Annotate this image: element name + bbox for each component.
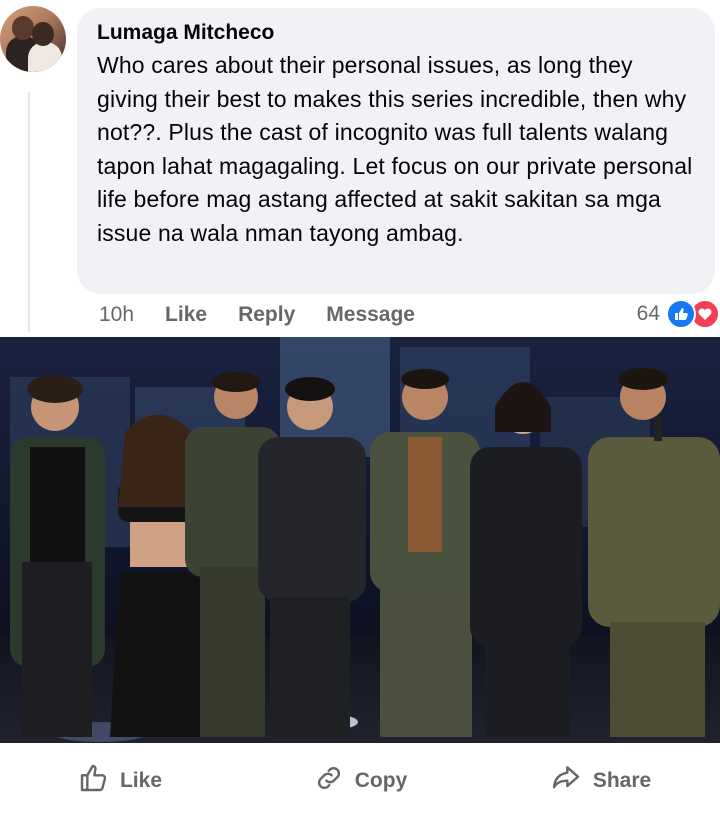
avatar[interactable] bbox=[0, 6, 66, 72]
copy-button[interactable]: Copy bbox=[240, 762, 480, 800]
post-photo[interactable] bbox=[0, 337, 720, 743]
link-icon bbox=[313, 762, 355, 800]
post-action-bar: Like Copy Share bbox=[0, 743, 720, 819]
comment-text: Who cares about their personal issues, a… bbox=[97, 52, 693, 246]
like-button-label: Like bbox=[119, 769, 163, 792]
reaction-count: 64 bbox=[636, 302, 660, 325]
comment-author[interactable]: Lumaga Mitcheco bbox=[97, 20, 695, 46]
comment-bubble: Lumaga Mitcheco Who cares about their pe… bbox=[77, 8, 715, 294]
reply-action[interactable]: Reply bbox=[238, 303, 295, 327]
like-action[interactable]: Like bbox=[165, 303, 207, 327]
message-action[interactable]: Message bbox=[326, 303, 415, 327]
share-button[interactable]: Share bbox=[480, 762, 720, 800]
like-reaction-icon bbox=[666, 299, 696, 329]
share-button-label: Share bbox=[592, 769, 652, 792]
comment-timestamp[interactable]: 10h bbox=[99, 303, 134, 327]
copy-button-label: Copy bbox=[354, 769, 408, 792]
thumbs-up-icon bbox=[78, 762, 120, 800]
reaction-summary[interactable]: 64 bbox=[637, 298, 720, 330]
share-arrow-icon bbox=[549, 762, 593, 800]
comment-actions: 10h Like Reply Message bbox=[99, 303, 446, 327]
like-button[interactable]: Like bbox=[0, 762, 240, 800]
thread-line bbox=[28, 92, 30, 332]
